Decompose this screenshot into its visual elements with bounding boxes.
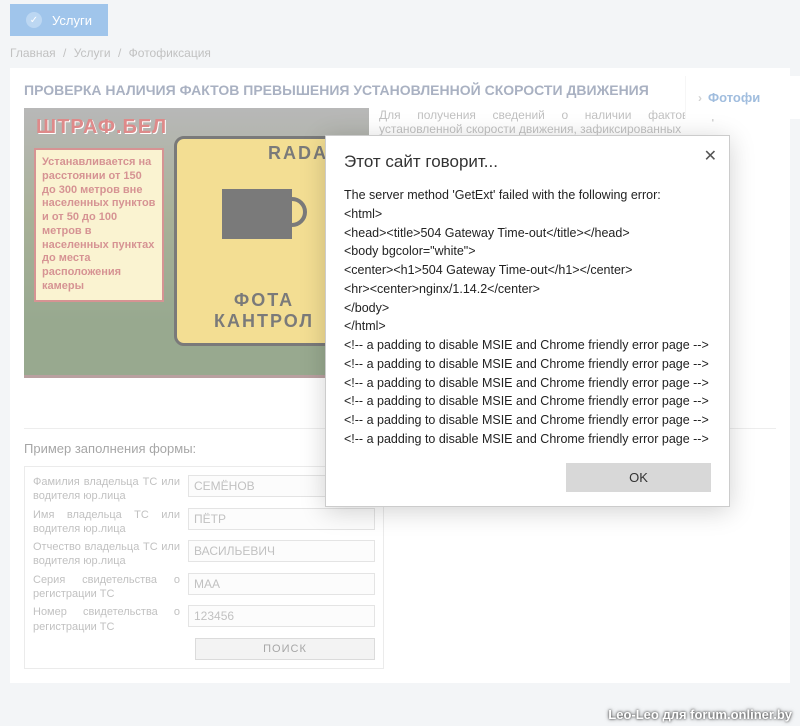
close-icon[interactable]: ✕ bbox=[704, 146, 717, 166]
watermark: Leo-Leo для forum.onliner.by bbox=[608, 707, 792, 722]
dialog-body: The server method 'GetExt' failed with t… bbox=[344, 186, 711, 449]
ok-button[interactable]: OK bbox=[566, 463, 711, 492]
dialog-title: Этот сайт говорит... bbox=[344, 152, 711, 172]
alert-dialog: ✕ Этот сайт говорит... The server method… bbox=[325, 135, 730, 507]
